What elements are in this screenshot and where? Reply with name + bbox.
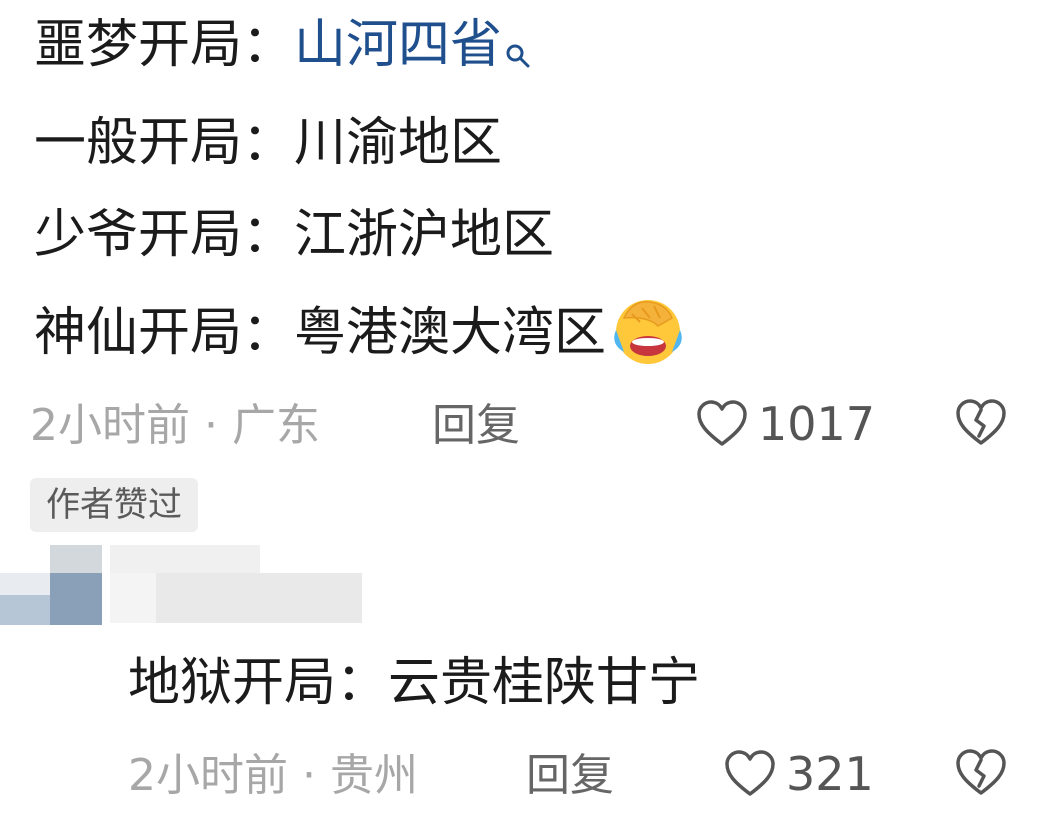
comment1-line-1: 噩梦开局：山河四省 [34,14,532,76]
dislike-button[interactable] [954,398,1008,452]
line-value: 川渝地区 [294,113,503,173]
timestamp: 2小时前 [30,400,190,451]
comment1-line-4: 神仙开局：粤港澳大湾区 [34,298,686,374]
like-count: 1017 [758,397,876,451]
reply-button[interactable]: 回复 [432,400,520,452]
location: 广东 [232,400,320,451]
dislike-button[interactable] [954,748,1008,802]
comment2-text: 地狱开局：云贵桂陕甘宁 [128,652,700,714]
author-liked-badge: 作者赞过 [30,478,198,532]
line-prefix: 噩梦开局： [34,15,295,75]
avatar[interactable] [0,545,110,625]
line-value: 江浙沪地区 [294,205,555,265]
comment1-meta: 2小时前 · 广东 [30,400,320,452]
line-prefix: 一般开局： [34,113,295,173]
face-palm-laughing-crying-emoji [610,292,686,368]
comment2-meta: 2小时前 · 贵州 [128,750,418,802]
like-button[interactable]: 1017 [696,398,875,450]
line-prefix: 地狱开局： [128,653,389,713]
line-value: 粤港澳大湾区 [294,303,607,363]
line-value: 云贵桂陕甘宁 [388,653,701,713]
comment1-line-3: 少爷开局：江浙沪地区 [34,204,554,266]
line-prefix: 神仙开局： [34,303,295,363]
like-count: 321 [786,747,874,801]
location: 贵州 [330,750,418,801]
search-icon[interactable] [504,22,532,68]
search-link-text[interactable]: 山河四省 [294,15,502,75]
comment1-line-2: 一般开局：川渝地区 [34,112,502,174]
like-button[interactable]: 321 [724,748,874,800]
broken-heart-icon [956,399,1006,445]
separator-dot: · [204,400,218,451]
broken-heart-icon [956,749,1006,795]
timestamp: 2小时前 [128,750,288,801]
reply-button[interactable]: 回复 [526,750,614,802]
separator-dot: · [302,750,316,801]
heart-icon [697,400,747,446]
line-prefix: 少爷开局： [34,205,295,265]
username[interactable] [110,545,410,625]
heart-icon [725,750,775,796]
